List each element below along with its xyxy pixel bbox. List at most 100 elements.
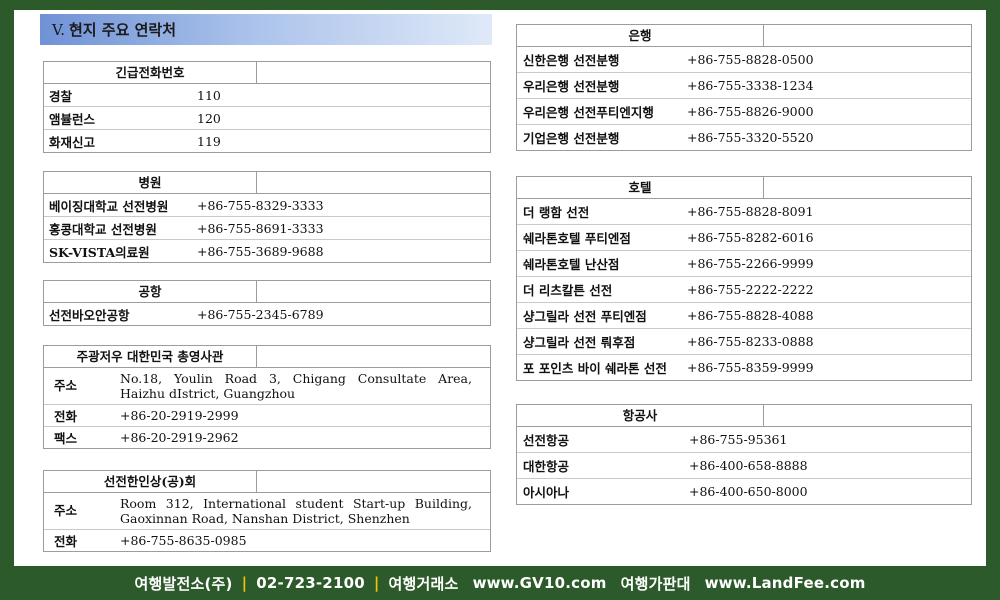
airport-card: 공항 선전바오안공항 +86-755-2345-6789	[43, 280, 491, 326]
address-row: 주소 No.18, Youlin Road 3, Chigang Consult…	[44, 368, 490, 405]
section-title-bar: V. 현지 주요 연락처	[40, 14, 492, 45]
list-item: 경찰 110	[44, 84, 490, 107]
address-row: 주소 Room 312, International student Start…	[44, 493, 490, 530]
contact-name: 대한항공	[523, 459, 570, 474]
contact-name: 샹그릴라 선전 푸티엔점	[523, 309, 647, 324]
footer-company: 여행발전소(주)	[134, 574, 233, 593]
hospital-title: 병원	[138, 175, 162, 190]
fax-value: +86-20-2919-2962	[120, 430, 239, 445]
address-value: Room 312, International student Start-up…	[120, 493, 472, 529]
contact-name: 선전항공	[523, 433, 570, 448]
hospital-card: 병원 베이징대학교 선전병원 +86-755-8329-3333 홍콩대학교 선전…	[43, 171, 491, 263]
footer-separator: |	[241, 574, 248, 592]
contact-value: 120	[197, 110, 221, 126]
phone-value: +86-755-8635-0985	[120, 533, 247, 548]
list-item: 아시아나 +86-400-650-8000	[517, 479, 971, 504]
list-item: 홍콩대학교 선전병원 +86-755-8691-3333	[44, 217, 490, 240]
address-line: No.18, Youlin Road 3, Chigang Consultate…	[120, 371, 472, 386]
fax-label: 팩스	[54, 431, 78, 446]
contact-name: 선전바오안공항	[49, 307, 130, 323]
section-title: 현지 주요 연락처	[68, 21, 177, 39]
contact-value: 119	[197, 133, 221, 149]
phone-label: 전화	[54, 534, 78, 549]
contact-name: 우리은행 선전푸티엔지행	[523, 105, 654, 120]
emergency-title: 긴급전화번호	[115, 65, 185, 80]
contact-value: +86-755-8359-9999	[687, 360, 814, 375]
list-item: 샹그릴라 선전 푸티엔점 +86-755-8828-4088	[517, 303, 971, 329]
address-line: Gaoxinnan Road, Nanshan District, Shenzh…	[120, 511, 410, 526]
address-line: Haizhu dIstrict, Guangzhou	[120, 386, 296, 401]
contact-value: +86-755-3689-9688	[197, 243, 324, 259]
contact-value: +86-755-8691-3333	[197, 220, 324, 236]
header-divider	[256, 346, 257, 367]
contact-value: +86-400-658-8888	[689, 458, 808, 473]
contact-value: +86-755-8282-6016	[687, 230, 814, 245]
contact-value: +86-755-8828-4088	[687, 308, 814, 323]
header-divider	[763, 177, 764, 198]
list-item: 쉐라톤호텔 푸티엔점 +86-755-8282-6016	[517, 225, 971, 251]
contact-name: 더 리츠칼튼 선전	[523, 283, 613, 298]
contact-name: 포 포인츠 바이 쉐라톤 선전	[523, 361, 667, 376]
contact-value: +86-755-8826-9000	[687, 104, 814, 119]
contact-value: +86-755-2222-2222	[687, 282, 814, 297]
footer-link-gv10[interactable]: www.GV10.com	[473, 574, 607, 592]
emergency-card: 긴급전화번호 경찰 110 앰뷸런스 120 화재신고 119	[43, 61, 491, 153]
list-item: 더 리츠칼튼 선전 +86-755-2222-2222	[517, 277, 971, 303]
banks-card: 은행 신한은행 선전분행 +86-755-8828-0500 우리은행 선전분행 +…	[516, 24, 972, 151]
list-item: 화재신고 119	[44, 130, 490, 152]
phone-value: +86-20-2919-2999	[120, 408, 239, 423]
contact-value: +86-755-8329-3333	[197, 197, 324, 213]
list-item: 더 랭함 선전 +86-755-8828-8091	[517, 199, 971, 225]
contact-name: SK-VISTA의료원	[49, 244, 150, 260]
contact-name: 샹그릴라 선전 뤄후점	[523, 335, 636, 350]
list-item: 기업은행 선전분행 +86-755-3320-5520	[517, 125, 971, 150]
hospital-header: 병원	[44, 172, 490, 194]
consulate-card: 주광저우 대한민국 총영사관 주소 No.18, Youlin Road 3, …	[43, 345, 491, 449]
list-item: 신한은행 선전분행 +86-755-8828-0500	[517, 47, 971, 73]
contact-name: 쉐라톤호텔 난산점	[523, 257, 620, 272]
list-item: 우리은행 선전푸티엔지행 +86-755-8826-9000	[517, 99, 971, 125]
contact-value: +86-755-2266-9999	[687, 256, 814, 271]
hotels-header: 호텔	[517, 177, 971, 199]
contact-name: 홍콩대학교 선전병원	[49, 221, 157, 237]
contact-name: 화재신고	[49, 134, 96, 150]
airport-header: 공항	[44, 281, 490, 303]
address-line: Room 312, International student Start-up…	[120, 496, 472, 511]
banks-title: 은행	[628, 28, 652, 43]
hotels-title: 호텔	[628, 180, 652, 195]
airport-title: 공항	[138, 284, 162, 299]
airlines-title: 항공사	[622, 408, 658, 423]
list-item: 샹그릴라 선전 뤄후점 +86-755-8233-0888	[517, 329, 971, 355]
contact-name: 신한은행 선전분행	[523, 53, 620, 68]
contact-value: +86-755-8828-0500	[687, 52, 814, 67]
airlines-header: 항공사	[517, 405, 971, 427]
footer-label-exchange: 여행거래소	[388, 574, 459, 593]
banks-header: 은행	[517, 25, 971, 47]
list-item: 베이징대학교 선전병원 +86-755-8329-3333	[44, 194, 490, 217]
contact-name: 더 랭함 선전	[523, 205, 590, 220]
footer-bar: 여행발전소(주) | 02-723-2100 | 여행거래소 www.GV10.…	[0, 566, 1000, 600]
airlines-card: 항공사 선전항공 +86-755-95361 대한항공 +86-400-658-88…	[516, 404, 972, 505]
footer-separator: |	[373, 574, 380, 592]
phone-row: 전화 +86-20-2919-2999	[44, 405, 490, 427]
footer-label-stand: 여행가판대	[620, 574, 691, 593]
list-item: 포 포인츠 바이 쉐라톤 선전 +86-755-8359-9999	[517, 355, 971, 380]
contact-name: 아시아나	[523, 485, 570, 500]
header-divider	[256, 471, 257, 492]
contact-name: 앰뷸런스	[49, 111, 96, 127]
association-header: 선전한인상(공)회	[44, 471, 490, 493]
list-item: 선전바오안공항 +86-755-2345-6789	[44, 303, 490, 325]
footer-link-landfee[interactable]: www.LandFee.com	[705, 574, 866, 592]
phone-label: 전화	[54, 409, 78, 424]
contact-name: 경찰	[49, 88, 73, 104]
document-page: V. 현지 주요 연락처 긴급전화번호 경찰 110 앰뷸런스 120 화재신고 11…	[14, 10, 986, 566]
contact-name: 기업은행 선전분행	[523, 131, 620, 146]
hotels-card: 호텔 더 랭함 선전 +86-755-8828-8091 쉐라톤호텔 푸티엔점 +8…	[516, 176, 972, 381]
contact-value: +86-755-2345-6789	[197, 306, 324, 322]
header-divider	[763, 25, 764, 46]
header-divider	[256, 172, 257, 193]
association-title: 선전한인상(공)회	[103, 474, 197, 489]
header-divider	[256, 281, 257, 302]
contact-value: 110	[197, 87, 221, 103]
contact-value: +86-755-95361	[689, 432, 788, 447]
